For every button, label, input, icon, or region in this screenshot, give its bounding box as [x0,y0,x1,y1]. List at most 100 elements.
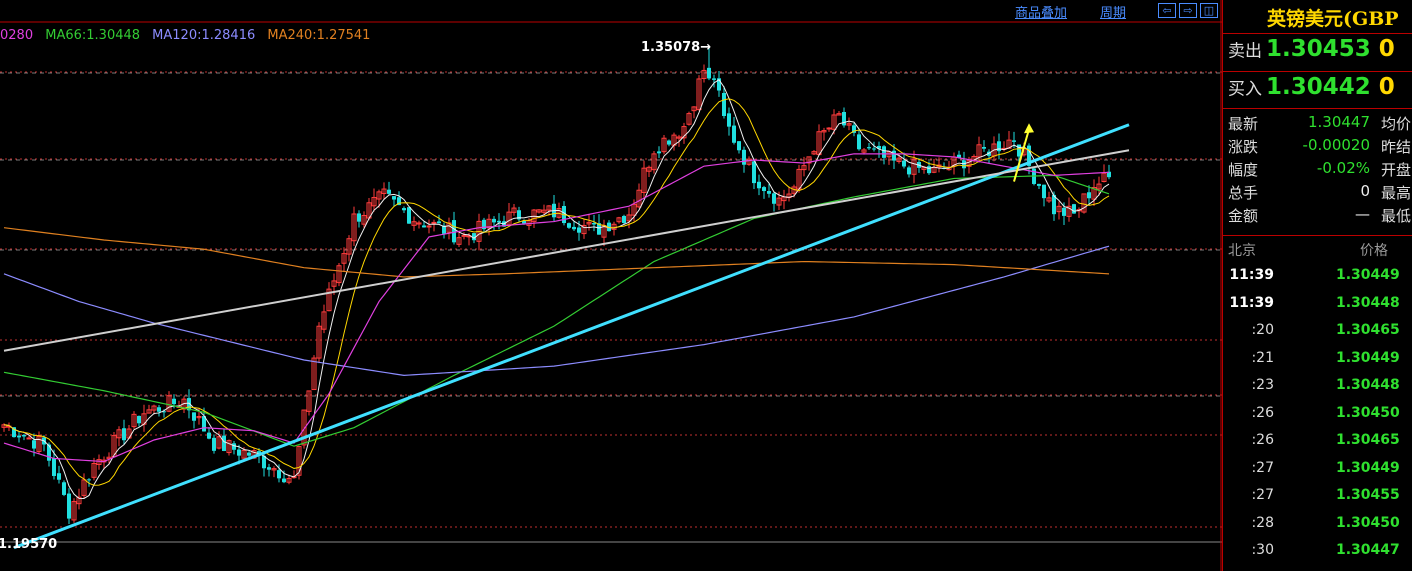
tick-price: 1.30465 [1336,322,1400,338]
tick-time: :30 [1251,542,1274,558]
period-link[interactable]: 周期 [1100,2,1126,21]
info-label: 涨跌 [1228,138,1259,156]
tick-header-price: 价格 [1360,243,1388,259]
candle-body-down [247,452,251,456]
candle-body-down [192,412,196,421]
candle-body-up [431,221,437,224]
candle-body-down [732,125,736,143]
trend-line [3,149,1130,352]
candle-body-down [22,434,26,437]
candle-body-down [927,166,931,174]
candle-body-down [237,449,241,456]
info-value: -0.02% [1316,159,1370,177]
candle-body-down [452,220,456,243]
candle-body-down [122,428,126,441]
buy-label: 买入 [1228,79,1262,100]
candle-body-down [1042,184,1046,199]
candle-body-down [1087,192,1091,199]
tick-price: 1.30447 [1336,542,1400,558]
candle-body-down [172,398,176,405]
sell-quote: 卖出 1.30453 0 [1228,36,1395,62]
tick-price: 1.30449 [1336,349,1400,366]
candle-body-down [962,160,966,169]
candle-body-down [767,190,771,194]
tick-price: 1.30450 [1336,514,1400,531]
tick-header: 北京 价格 [1228,240,1408,260]
info-value: -0.00020 [1302,136,1370,154]
info-value: — [1355,205,1370,223]
tick-price: 1.30448 [1336,294,1400,311]
layout-icon[interactable]: ◫ [1200,3,1218,18]
tick-time: :28 [1251,514,1274,531]
trend-arrow [1013,128,1030,182]
candle-body-down [572,226,576,230]
candle-body-down [282,478,286,483]
info-label-secondary: 最低 [1381,207,1412,225]
candle-body-down [1062,207,1066,216]
info-label: 金额 [1228,207,1259,225]
info-row: 涨跌 -0.00020 昨结 [1228,136,1412,158]
divider [1223,108,1412,109]
tick-row: 11:39 1.30449 [1223,267,1412,294]
candle-body-down [1012,140,1016,142]
candle-body-up [26,437,32,440]
candle-body-down [1037,183,1041,186]
tick-time: :20 [1251,322,1274,338]
candle-body-down [982,147,986,149]
candle-body-down [907,167,911,175]
info-row: 幅度 -0.02% 开盘 [1228,159,1412,181]
tick-time: :21 [1251,349,1274,366]
ma-legend: 0280 MA66:1.30448 MA120:1.28416 MA240:1.… [0,28,378,43]
candle-body-down [622,215,626,223]
candle-body-down [17,435,21,438]
candle-body-down [32,440,36,449]
candle-body-down [722,92,726,116]
candle-body-down [387,189,391,194]
extreme-label: 1.19570 [0,537,57,552]
candle-body-down [157,407,161,412]
info-label: 幅度 [1228,161,1259,179]
tick-time: :26 [1251,404,1274,421]
candle-body-down [437,221,441,224]
info-value: 1.30447 [1307,113,1370,131]
arrow-head-icon [1024,123,1034,134]
candle-body-down [212,437,216,451]
candle-body-down [407,207,411,224]
tick-time: 11:39 [1229,267,1274,283]
tick-price: 1.30449 [1336,459,1400,476]
candle-body-down [892,150,896,161]
candle-body-down [857,134,861,150]
candle-body-down [567,223,571,228]
candle-body-down [422,225,426,228]
tick-row: :21 1.30449 [1223,350,1412,377]
buy-quote: 买入 1.30442 0 [1228,74,1395,100]
tick-row: :28 1.30450 [1223,515,1412,542]
candle-body-down [392,196,396,200]
candle-body-down [492,218,496,223]
candle-body-down [207,432,211,439]
tick-price: 1.30450 [1336,404,1400,421]
overlay-product-link[interactable]: 商品叠加 [1015,2,1067,21]
candle-body-down [752,161,756,184]
trend-line [13,123,1130,550]
tick-price: 1.30465 [1336,432,1400,448]
tick-row: :30 1.30447 [1223,542,1412,569]
scroll-left-icon[interactable]: ⇦ [1158,3,1176,18]
info-row: 最新 1.30447 均价 [1228,113,1412,135]
divider [1223,33,1412,34]
divider [1223,235,1412,236]
candle-body-down [1072,204,1076,214]
candle-body-down [497,220,501,223]
buy-volume: 0 [1378,74,1395,100]
ma-legend-item: 0280 [0,28,34,43]
tick-time: :27 [1251,487,1274,503]
scroll-right-icon[interactable]: ⇨ [1179,3,1197,18]
buy-price: 1.30442 [1266,74,1371,100]
candle-body-down [402,208,406,211]
info-label-secondary: 开盘 [1381,161,1412,179]
tick-time: 11:39 [1229,294,1274,311]
candlestick-chart[interactable]: 1.35078→ 1.19570 [0,0,1222,571]
candle-body-down [137,415,141,424]
candle-body-down [882,146,886,158]
info-label-secondary: 昨结 [1381,138,1412,156]
